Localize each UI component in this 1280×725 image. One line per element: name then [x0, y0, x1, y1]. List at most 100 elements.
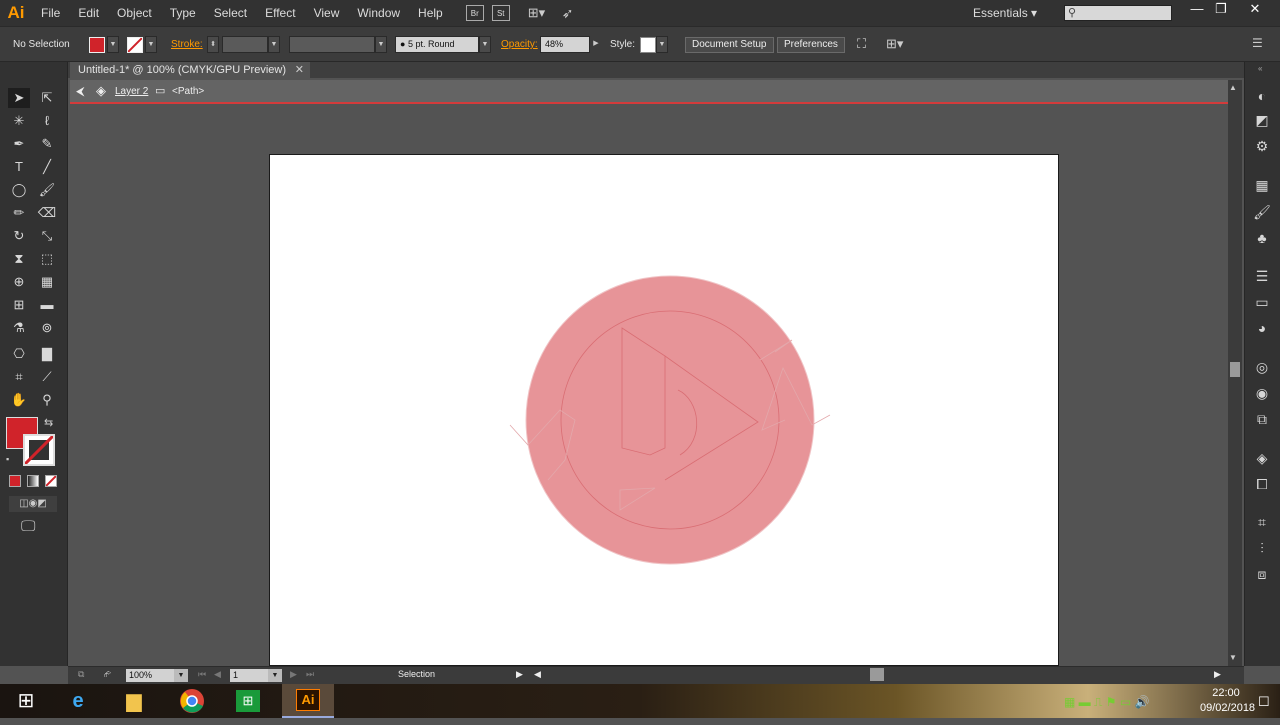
transform-panel-icon[interactable]: ⌗: [1251, 512, 1273, 532]
stroke-panel-icon[interactable]: ☰: [1251, 266, 1273, 286]
variable-width-profile[interactable]: [289, 36, 375, 53]
first-artboard-icon[interactable]: ⏮: [198, 669, 206, 680]
blend-tool-icon[interactable]: ⊚: [36, 318, 58, 338]
ellipse-tool-icon[interactable]: ◯: [8, 180, 30, 200]
zoom-dropdown-icon[interactable]: ▼: [174, 669, 188, 682]
perspective-grid-tool-icon[interactable]: ▦: [36, 272, 58, 292]
gradient-tool-icon[interactable]: ▬: [36, 295, 58, 315]
prev-artboard-icon[interactable]: ◀: [214, 669, 221, 680]
magic-wand-tool-icon[interactable]: ✳: [8, 111, 30, 131]
close-tab-icon[interactable]: ✕: [295, 62, 304, 78]
start-button-icon[interactable]: ⊞: [0, 684, 52, 718]
restore-button[interactable]: ❐: [1204, 0, 1238, 20]
profile-dropdown[interactable]: ▼: [375, 36, 387, 53]
rotate-tool-icon[interactable]: ↻: [8, 226, 30, 246]
menu-object[interactable]: Object: [108, 0, 161, 26]
close-button[interactable]: ✕: [1238, 0, 1272, 20]
pencil-tool-icon[interactable]: ✏: [8, 203, 30, 223]
align-panel-icon[interactable]: ⫶: [1251, 538, 1273, 558]
back-arrow-icon[interactable]: ⮜: [76, 84, 85, 99]
scroll-down-icon[interactable]: ▼: [1229, 653, 1237, 662]
fill-dropdown[interactable]: ▼: [107, 36, 119, 53]
export-icon[interactable]: ⮳: [104, 669, 111, 680]
menu-window[interactable]: Window: [348, 0, 409, 26]
bridge-button[interactable]: Br: [465, 5, 484, 21]
clock[interactable]: 22:00 09/02/2018: [1200, 686, 1255, 716]
eraser-tool-icon[interactable]: ⌫: [36, 203, 58, 223]
brush-dropdown[interactable]: ▼: [479, 36, 491, 53]
style-dropdown[interactable]: ▼: [656, 36, 668, 53]
artboard-nav-icon[interactable]: ⧉: [78, 669, 84, 680]
panel-menu-icon[interactable]: ☰: [1252, 36, 1263, 50]
lasso-tool-icon[interactable]: ℓ: [36, 111, 58, 131]
symbols-icon[interactable]: ♣: [1251, 228, 1273, 248]
menu-effect[interactable]: Effect: [256, 0, 304, 26]
document-setup-button[interactable]: Document Setup: [685, 37, 774, 53]
menu-edit[interactable]: Edit: [69, 0, 108, 26]
stroke-dropdown[interactable]: ▼: [145, 36, 157, 53]
curvature-tool-icon[interactable]: ✎: [36, 134, 58, 154]
document-tab[interactable]: Untitled-1* @ 100% (CMYK/GPU Preview) ✕: [70, 62, 310, 78]
menu-file[interactable]: File: [32, 0, 69, 26]
hand-tool-icon[interactable]: ✋: [8, 390, 30, 410]
eyedropper-tool-icon[interactable]: ⚗: [8, 318, 30, 338]
line-tool-icon[interactable]: ╱: [36, 157, 58, 177]
workspace-switcher[interactable]: Essentials ▾: [973, 0, 1049, 26]
direct-selection-tool-icon[interactable]: ⇱: [36, 88, 58, 108]
stroke-color-box[interactable]: [23, 434, 55, 466]
notifications-icon[interactable]: ☐: [1258, 694, 1270, 710]
swap-colors-icon[interactable]: ⇆: [44, 416, 53, 429]
search-input[interactable]: ⚲: [1064, 5, 1172, 21]
stroke-weight-field[interactable]: [222, 36, 268, 53]
internet-explorer-icon[interactable]: e: [52, 684, 104, 718]
preferences-button[interactable]: Preferences: [777, 37, 845, 53]
paintbrush-tool-icon[interactable]: 🖌: [36, 180, 58, 200]
type-tool-icon[interactable]: T: [8, 157, 30, 177]
screen-mode-icon[interactable]: 🖵: [21, 518, 35, 535]
color-panel-icon[interactable]: ◐: [1251, 86, 1273, 106]
symbol-sprayer-tool-icon[interactable]: ⎔: [8, 344, 30, 364]
circle-shape[interactable]: [525, 275, 815, 565]
menu-select[interactable]: Select: [205, 0, 256, 26]
store-icon[interactable]: ⊞: [222, 684, 274, 718]
mesh-tool-icon[interactable]: ⊞: [8, 295, 30, 315]
default-colors-icon[interactable]: ▪: [6, 454, 9, 464]
gradient-mode-icon[interactable]: [27, 475, 39, 487]
artboard-number-field[interactable]: 1: [230, 669, 268, 682]
free-transform-tool-icon[interactable]: ⬚: [36, 249, 58, 269]
opacity-label[interactable]: Opacity:: [501, 39, 538, 50]
drawing-modes-icon[interactable]: ◫◉◩: [9, 496, 57, 512]
scale-tool-icon[interactable]: ⤡: [36, 226, 58, 246]
pathfinder-icon[interactable]: ⧈: [1251, 564, 1273, 584]
asset-export-icon[interactable]: ⧉: [1251, 409, 1273, 429]
fill-swatch[interactable]: [89, 37, 105, 53]
tray-icons[interactable]: ▦ ▬ ⎍ ⚑ ▭ 🔊: [1064, 695, 1149, 710]
gpu-performance-icon[interactable]: ➶: [562, 5, 574, 22]
scroll-left-icon[interactable]: ◀: [534, 669, 541, 680]
menu-help[interactable]: Help: [409, 0, 452, 26]
shape-builder-tool-icon[interactable]: ⊕: [8, 272, 30, 292]
gradient-panel-icon[interactable]: ▭: [1251, 292, 1273, 312]
graphic-styles-icon[interactable]: ◉: [1251, 383, 1273, 403]
isolation-layer-link[interactable]: Layer 2: [115, 86, 148, 97]
selection-tool-icon[interactable]: ➤: [8, 88, 30, 108]
stock-button[interactable]: St: [491, 5, 510, 21]
chrome-icon[interactable]: [166, 684, 218, 718]
width-tool-icon[interactable]: ⧗: [8, 249, 30, 269]
scroll-right-icon[interactable]: ▶: [1214, 669, 1221, 680]
canvas[interactable]: [70, 104, 1228, 666]
stroke-swatch[interactable]: [127, 37, 143, 53]
stroke-weight-dropdown[interactable]: ▼: [268, 36, 280, 53]
brush-definition[interactable]: ● 5 pt. Round: [395, 36, 479, 53]
color-guide-icon[interactable]: ◩: [1251, 110, 1273, 130]
artboards-icon[interactable]: ⧠: [1251, 474, 1273, 494]
none-mode-icon[interactable]: [45, 475, 57, 487]
appearance-icon[interactable]: ◎: [1251, 357, 1273, 377]
transparency-icon[interactable]: ◕: [1251, 318, 1273, 338]
css-properties-icon[interactable]: ⚙: [1251, 136, 1273, 156]
file-explorer-icon[interactable]: ▆: [108, 684, 160, 718]
pen-tool-icon[interactable]: ✒: [8, 134, 30, 154]
column-graph-tool-icon[interactable]: ▇: [36, 344, 58, 364]
next-artboard-icon[interactable]: ▶: [290, 669, 297, 680]
vertical-scroll-thumb[interactable]: [1230, 362, 1240, 377]
